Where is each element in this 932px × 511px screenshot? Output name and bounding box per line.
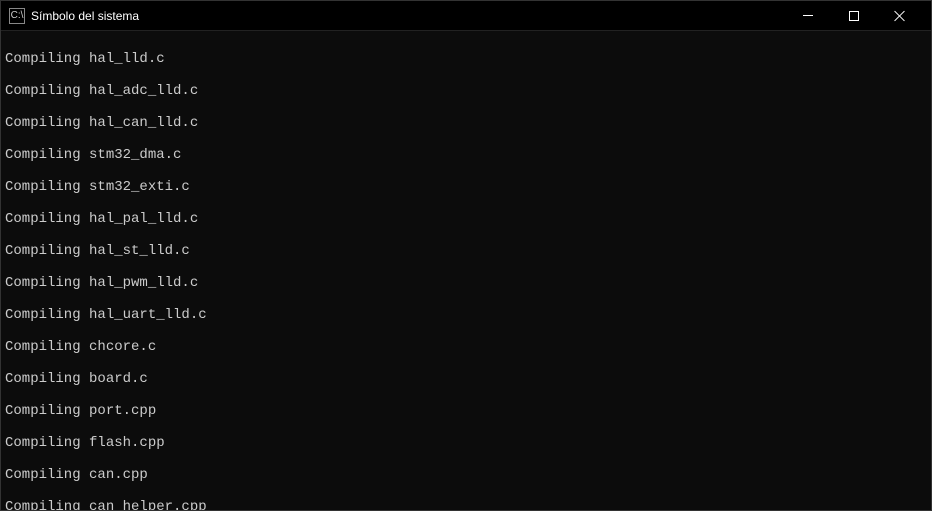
compile-prefix: Compiling <box>5 179 89 195</box>
terminal-window: C:\ Símbolo del sistema Compiling hal_ll… <box>0 0 932 511</box>
compile-prefix: Compiling <box>5 51 89 67</box>
compile-line: Compiling hal_pwm_lld.c <box>5 275 927 291</box>
maximize-icon <box>849 11 859 21</box>
close-icon <box>894 10 906 22</box>
compile-line: Compiling hal_st_lld.c <box>5 243 927 259</box>
compile-prefix: Compiling <box>5 403 89 419</box>
compile-file: hal_can_lld.c <box>89 115 198 131</box>
compile-prefix: Compiling <box>5 147 89 163</box>
compile-line: Compiling stm32_exti.c <box>5 179 927 195</box>
compile-line: Compiling can_helper.cpp <box>5 499 927 510</box>
compile-prefix: Compiling <box>5 243 89 259</box>
compile-line: Compiling hal_lld.c <box>5 51 927 67</box>
compile-prefix: Compiling <box>5 467 89 483</box>
compile-prefix: Compiling <box>5 435 89 451</box>
compile-line: Compiling hal_can_lld.c <box>5 115 927 131</box>
compile-line: Compiling chcore.c <box>5 339 927 355</box>
compile-line: Compiling port.cpp <box>5 403 927 419</box>
compile-file: stm32_dma.c <box>89 147 181 163</box>
compile-file: hal_adc_lld.c <box>89 83 198 99</box>
close-button[interactable] <box>877 1 923 31</box>
compile-file: stm32_exti.c <box>89 179 190 195</box>
window-title: Símbolo del sistema <box>31 9 785 23</box>
minimize-button[interactable] <box>785 1 831 31</box>
maximize-button[interactable] <box>831 1 877 31</box>
compile-file: board.c <box>89 371 148 387</box>
compile-line: Compiling can.cpp <box>5 467 927 483</box>
compile-file: hal_lld.c <box>89 51 165 67</box>
compile-file: hal_pwm_lld.c <box>89 275 198 291</box>
window-controls <box>785 1 923 31</box>
compile-file: flash.cpp <box>89 435 165 451</box>
terminal-output[interactable]: Compiling hal_lld.c Compiling hal_adc_ll… <box>1 31 931 510</box>
compile-file: port.cpp <box>89 403 156 419</box>
compile-line: Compiling hal_adc_lld.c <box>5 83 927 99</box>
compile-prefix: Compiling <box>5 499 89 510</box>
minimize-icon <box>803 15 813 16</box>
compile-file: hal_st_lld.c <box>89 243 190 259</box>
compile-prefix: Compiling <box>5 83 89 99</box>
compile-line: Compiling hal_pal_lld.c <box>5 211 927 227</box>
compile-file: can_helper.cpp <box>89 499 207 510</box>
compile-file: chcore.c <box>89 339 156 355</box>
compile-line: Compiling board.c <box>5 371 927 387</box>
compile-prefix: Compiling <box>5 211 89 227</box>
compile-line: Compiling hal_uart_lld.c <box>5 307 927 323</box>
compile-file: hal_pal_lld.c <box>89 211 198 227</box>
compile-prefix: Compiling <box>5 371 89 387</box>
app-icon: C:\ <box>9 8 25 24</box>
compile-prefix: Compiling <box>5 339 89 355</box>
compile-prefix: Compiling <box>5 115 89 131</box>
compile-prefix: Compiling <box>5 307 89 323</box>
compile-file: hal_uart_lld.c <box>89 307 207 323</box>
compile-line: Compiling flash.cpp <box>5 435 927 451</box>
compile-line: Compiling stm32_dma.c <box>5 147 927 163</box>
titlebar[interactable]: C:\ Símbolo del sistema <box>1 1 931 31</box>
compile-file: can.cpp <box>89 467 148 483</box>
compile-prefix: Compiling <box>5 275 89 291</box>
